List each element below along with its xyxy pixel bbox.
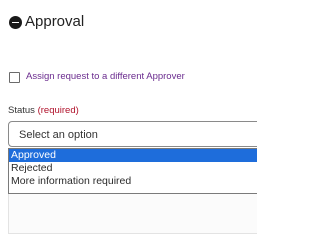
approval-section-header[interactable]: Approval [9,13,84,31]
collapse-icon[interactable] [9,15,22,29]
status-label-text: Status [8,105,35,116]
approval-panel: Approval Assign request to a different A… [0,0,257,251]
status-dropdown-list: Approved Rejected More information requi… [8,148,257,194]
status-select-value: Select an option [19,129,98,141]
option-more-information-required[interactable]: More information required [9,175,257,188]
option-rejected[interactable]: Rejected [9,162,257,175]
assign-approver-checkbox[interactable] [9,71,20,83]
required-indicator: (required) [37,105,79,116]
status-field-label: Status (required) [8,105,79,117]
assign-approver-label[interactable]: Assign request to a different Approver [26,71,185,83]
status-select[interactable]: Select an option [8,121,257,147]
assign-approver-row[interactable]: Assign request to a different Approver [9,71,185,83]
comments-area [8,194,257,234]
option-approved[interactable]: Approved [9,149,257,162]
section-title: Approval [25,13,85,30]
